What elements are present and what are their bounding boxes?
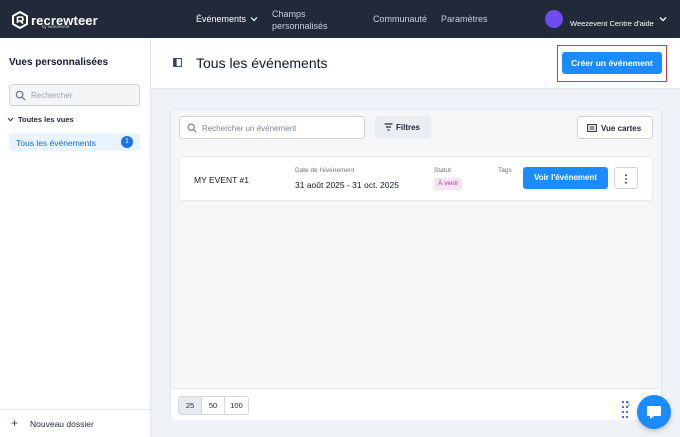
sidebar-title: Vues personnalisées <box>9 57 109 68</box>
sidebar-group-label: Toutes les vues <box>18 115 74 124</box>
page-size-selector: 25 50 100 <box>178 396 249 415</box>
sidebar-toggle-icon[interactable] <box>173 58 182 67</box>
nav-events-label: Événements <box>196 14 247 24</box>
search-icon <box>15 90 26 101</box>
filter-icon <box>384 123 393 131</box>
chevron-down-icon[interactable] <box>658 14 668 24</box>
page-title: Tous les événements <box>196 55 328 71</box>
chevron-down-icon <box>250 17 258 22</box>
event-row[interactable]: MY EVENT #1 Date de l'événement 31 août … <box>179 156 653 201</box>
logo-icon <box>12 11 28 29</box>
event-date-range: 31 août 2025 - 31 oct. 2025 <box>295 180 399 190</box>
cards-view-button[interactable]: Vue cartes <box>577 116 653 139</box>
event-search-placeholder: Rechercher un événement <box>202 124 297 133</box>
chevron-down-icon <box>7 117 14 122</box>
sidebar: Vues personnalisées Rechercher Toutes le… <box>0 38 151 437</box>
search-icon <box>187 123 197 133</box>
event-status-label: Statut <box>434 167 451 174</box>
sidebar-search-input[interactable]: Rechercher <box>9 84 140 106</box>
page-size-option[interactable]: 100 <box>225 397 248 414</box>
sidebar-item-label: Tous les événements <box>16 138 96 148</box>
help-center-link[interactable]: Weezevent Centre d'aide <box>570 19 654 28</box>
top-navbar: recrewteer by weezevent Événements Champ… <box>0 0 680 38</box>
nav-events[interactable]: Événements <box>196 14 258 24</box>
event-search-input[interactable]: Rechercher un événement <box>179 116 365 139</box>
status-badge: À venir <box>434 178 463 190</box>
event-name: MY EVENT #1 <box>194 175 249 185</box>
filters-label: Filtres <box>396 123 421 132</box>
page-header: Tous les événements Créer un événement <box>151 38 680 89</box>
view-event-button[interactable]: Voir l'événement <box>523 167 608 189</box>
cards-view-label: Vue cartes <box>601 124 642 133</box>
sidebar-item-all-events[interactable]: Tous les événements 1 <box>9 133 140 151</box>
page-size-option[interactable]: 50 <box>202 397 225 414</box>
chat-bubble-icon <box>647 406 661 419</box>
events-panel: Rechercher un événement Filtres Vue cart… <box>170 109 662 420</box>
pagination-bar: 25 50 100 1 <box>171 388 661 420</box>
drag-handle-icon[interactable] <box>621 400 629 422</box>
nav-custom-fields[interactable]: Champs personnalisés <box>272 8 332 32</box>
filters-button[interactable]: Filtres <box>375 116 431 139</box>
chat-launcher-button[interactable] <box>637 395 671 429</box>
new-folder-button[interactable]: + Nouveau dossier <box>0 409 151 437</box>
more-vertical-icon <box>625 174 627 184</box>
nav-community[interactable]: Communauté <box>373 14 427 24</box>
page-size-option[interactable]: 25 <box>179 397 202 414</box>
cards-view-icon <box>587 124 597 132</box>
new-folder-label: Nouveau dossier <box>30 419 94 429</box>
event-date-label: Date de l'événement <box>295 167 355 174</box>
event-tags-label: Tags <box>498 167 512 174</box>
create-event-button[interactable]: Créer un événement <box>562 52 662 74</box>
count-badge: 1 <box>121 136 133 148</box>
more-actions-button[interactable] <box>614 167 638 189</box>
plus-icon: + <box>11 416 19 430</box>
brand-subtitle: by weezevent <box>42 24 70 29</box>
sidebar-search-placeholder: Rechercher <box>31 91 73 100</box>
sidebar-group-all-views[interactable]: Toutes les vues <box>7 115 74 124</box>
nav-settings[interactable]: Paramètres <box>441 14 488 24</box>
avatar[interactable] <box>545 10 563 28</box>
